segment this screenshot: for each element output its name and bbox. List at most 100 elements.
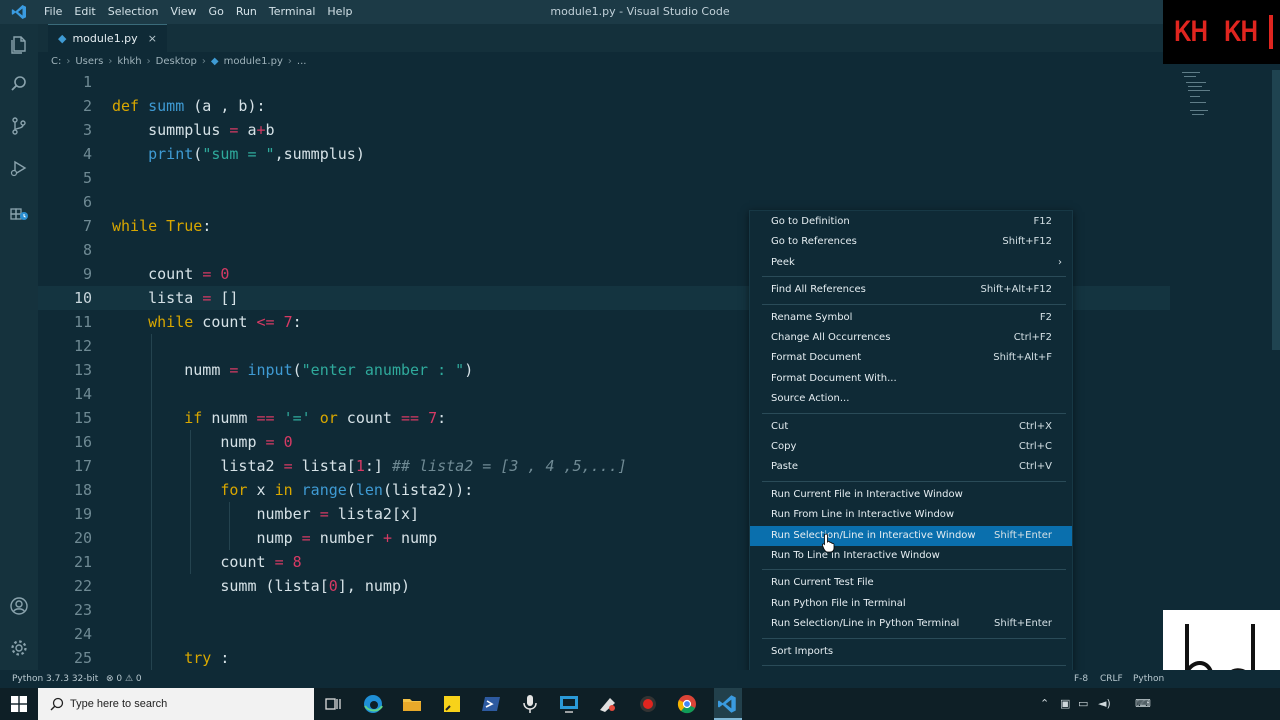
source-control-icon[interactable] xyxy=(7,114,31,138)
menu-item-find-all-references[interactable]: Find All References Shift+Alt+F12 xyxy=(750,280,1072,300)
file-explorer-icon[interactable] xyxy=(400,692,424,716)
menu-item-shortcut: Shift+F12 xyxy=(1002,236,1052,248)
line-number: 3 xyxy=(82,121,92,139)
menu-item-shortcut: Shift+Enter xyxy=(994,529,1052,541)
code-token: range xyxy=(301,481,347,499)
menu-item-format-document-with[interactable]: Format Document With... xyxy=(750,369,1072,389)
menu-item-run-from-line-in-interactive-window[interactable]: Run From Line in Interactive Window xyxy=(750,505,1072,525)
run-debug-icon[interactable] xyxy=(7,156,31,180)
breadcrumb-users[interactable]: Users xyxy=(75,56,103,67)
menu-item-label: Source Action... xyxy=(771,393,850,405)
edge-icon[interactable] xyxy=(361,692,385,716)
chevron-right-icon: › xyxy=(66,55,71,67)
menu-selection[interactable]: Selection xyxy=(102,0,165,24)
menu-item-run-selection-line-in-interactive-window[interactable]: Run Selection/Line in Interactive Window… xyxy=(750,525,1072,546)
code-token: a xyxy=(238,121,257,139)
code-line[interactable]: 2 def summ (a , b): xyxy=(38,94,1170,118)
menu-item-change-all-occurrences[interactable]: Change All Occurrences Ctrl+F2 xyxy=(750,328,1072,348)
menu-view[interactable]: View xyxy=(164,0,202,24)
keyboard-icon[interactable]: ⌨ xyxy=(1135,688,1151,720)
minimap[interactable] xyxy=(1170,70,1280,670)
menu-item-run-selection-line-in-python-terminal[interactable]: Run Selection/Line in Python Terminal Shi… xyxy=(750,614,1072,634)
menu-item-copy[interactable]: Copy Ctrl+C xyxy=(750,437,1072,457)
menu-item-sort-imports[interactable]: Sort Imports xyxy=(750,642,1072,662)
eol-status[interactable]: CRLF xyxy=(1100,670,1123,688)
menu-item-shortcut: Shift+Enter xyxy=(994,618,1052,630)
explorer-icon[interactable] xyxy=(7,32,31,56)
breadcrumb-drive[interactable]: C: xyxy=(51,56,61,67)
menu-item-go-to-references[interactable]: Go to References Shift+F12 xyxy=(750,232,1072,252)
settings-gear-icon[interactable] xyxy=(7,636,31,660)
menu-item-run-to-line-in-interactive-window[interactable]: Run To Line in Interactive Window xyxy=(750,546,1072,566)
menu-item-cut[interactable]: Cut Ctrl+X xyxy=(750,417,1072,437)
code-token: while xyxy=(148,313,194,331)
code-token: ) xyxy=(464,361,474,379)
problems-status[interactable]: ⊗ 0 ⚠ 0 xyxy=(106,670,142,688)
sticky-notes-icon[interactable] xyxy=(440,692,464,716)
menu-item-source-action[interactable]: Source Action... xyxy=(750,389,1072,409)
windows-start-icon[interactable] xyxy=(0,688,38,720)
menu-item-run-python-file-in-terminal[interactable]: Run Python File in Terminal xyxy=(750,594,1072,614)
line-number: 14 xyxy=(73,385,92,403)
close-icon[interactable]: × xyxy=(148,32,157,45)
breadcrumb-file[interactable]: module1.py xyxy=(224,56,283,67)
code-text: if numm == '=' or count == 7: xyxy=(112,406,446,430)
recorder-icon[interactable] xyxy=(636,692,660,716)
vscode-logo-icon xyxy=(0,0,38,24)
chrome-icon[interactable] xyxy=(675,692,699,716)
code-token: ( xyxy=(346,481,356,499)
paint-icon[interactable] xyxy=(596,692,620,716)
search-icon[interactable] xyxy=(7,72,31,96)
breadcrumb-symbols[interactable]: ... xyxy=(297,56,307,67)
vscode-icon[interactable] xyxy=(714,688,742,720)
code-line[interactable]: 5 xyxy=(38,166,1170,190)
menu-item-peek[interactable]: Peek › xyxy=(750,253,1072,273)
microphone-app-icon[interactable] xyxy=(518,692,542,716)
menu-run[interactable]: Run xyxy=(230,0,263,24)
search-placeholder: Type here to search xyxy=(70,698,168,710)
menu-item-label: Run To Line in Interactive Window xyxy=(771,550,940,561)
menu-item-format-document[interactable]: Format Document Shift+Alt+F xyxy=(750,348,1072,368)
menu-item-label: Format Document xyxy=(771,352,862,364)
remote-desktop-icon[interactable] xyxy=(557,692,581,716)
language-status[interactable]: Python xyxy=(1133,670,1164,688)
menu-item-run-current-test-file[interactable]: Run Current Test File xyxy=(750,573,1072,593)
chevron-up-icon[interactable]: ⌃ xyxy=(1040,688,1049,720)
code-token: count xyxy=(112,553,275,571)
code-line[interactable]: 3 summplus = a+b xyxy=(38,118,1170,142)
breadcrumb-desktop[interactable]: Desktop xyxy=(156,56,197,67)
menu-help[interactable]: Help xyxy=(321,0,358,24)
python-interpreter-status[interactable]: Python 3.7.3 32-bit xyxy=(12,670,98,688)
task-view-icon[interactable] xyxy=(321,692,345,716)
menu-terminal[interactable]: Terminal xyxy=(263,0,322,24)
powershell-icon[interactable] xyxy=(479,692,503,716)
code-token: = xyxy=(283,457,293,475)
menu-item-run-current-file-in-interactive-window[interactable]: Run Current File in Interactive Window xyxy=(750,485,1072,505)
menu-file[interactable]: File xyxy=(38,0,68,24)
tab-module1[interactable]: ◆ module1.py × xyxy=(48,24,167,52)
breadcrumb-user[interactable]: khkh xyxy=(117,56,141,67)
volume-icon[interactable]: ◄) xyxy=(1098,688,1111,720)
code-line[interactable]: 1 xyxy=(38,70,1170,94)
mouse-cursor-icon xyxy=(821,533,836,557)
menu-edit[interactable]: Edit xyxy=(68,0,101,24)
menu-go[interactable]: Go xyxy=(203,0,230,24)
menu-item-rename-symbol[interactable]: Rename Symbol F2 xyxy=(750,308,1072,328)
battery-icon[interactable]: ▭ xyxy=(1078,688,1088,720)
extensions-icon[interactable] xyxy=(7,200,31,224)
menu-item-paste[interactable]: Paste Ctrl+V xyxy=(750,457,1072,477)
encoding-status[interactable]: F-8 xyxy=(1074,670,1088,688)
menu-item-go-to-definition[interactable]: Go to Definition F12 xyxy=(750,212,1072,232)
editor-scrollbar[interactable] xyxy=(1272,70,1280,350)
code-line[interactable]: 4 print("sum = ",summplus) xyxy=(38,142,1170,166)
network-icon[interactable]: ▣ xyxy=(1060,688,1070,720)
taskbar-search-box[interactable]: Type here to search xyxy=(38,688,314,720)
code-text: lista = [] xyxy=(112,286,238,310)
code-token: 0 xyxy=(328,577,338,595)
account-icon[interactable] xyxy=(7,594,31,618)
